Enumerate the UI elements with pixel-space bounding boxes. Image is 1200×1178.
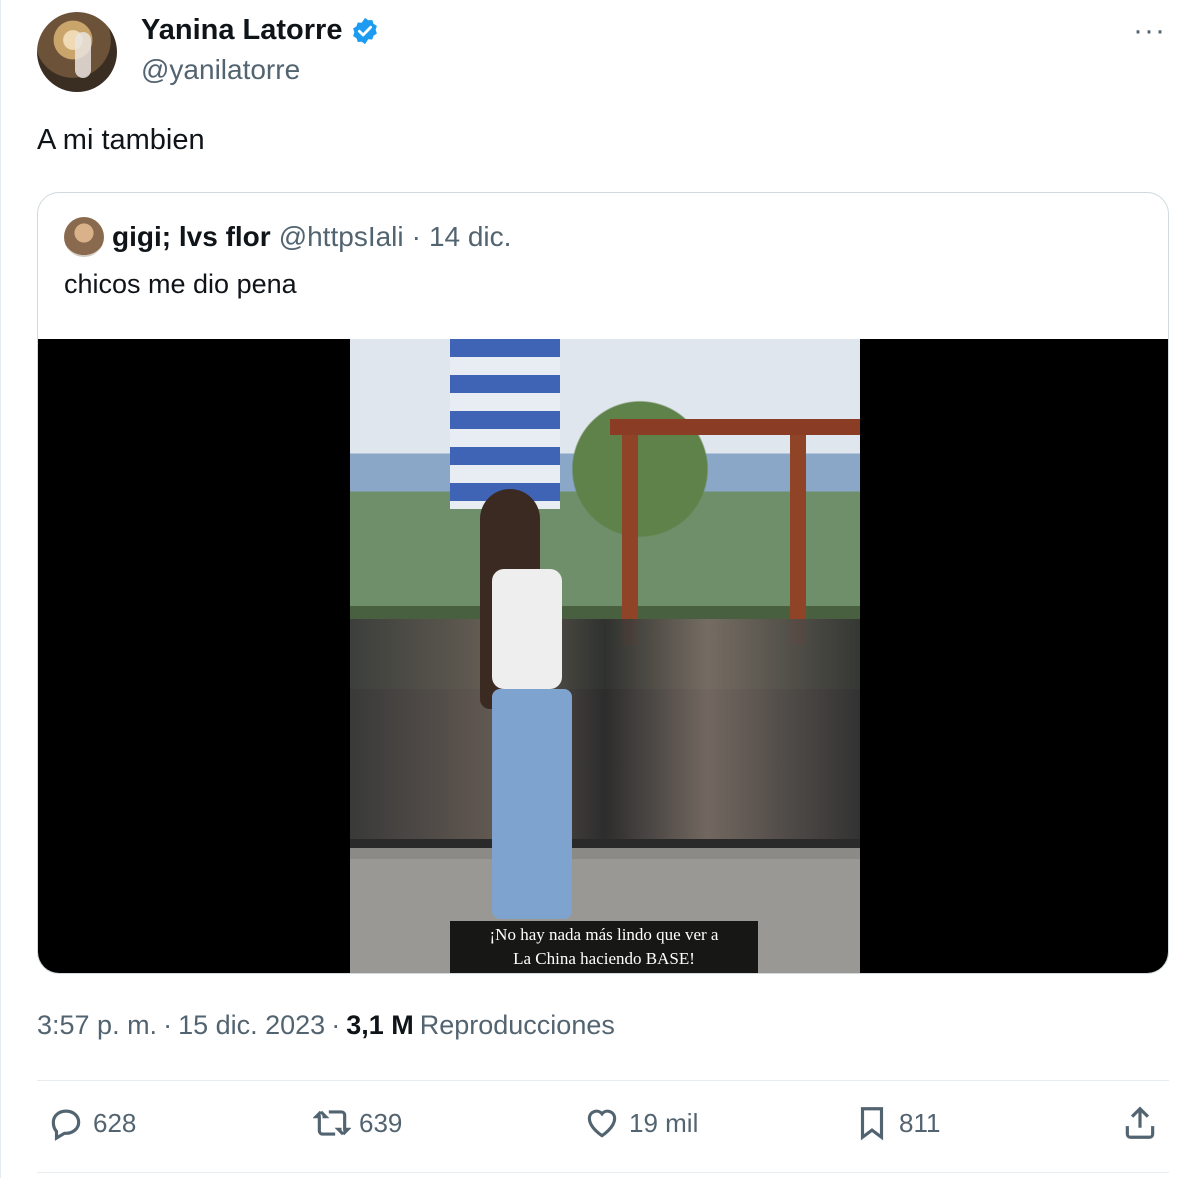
retweet-count: 639 [359, 1107, 403, 1138]
quoted-separator: · [411, 221, 421, 252]
quoted-date: 14 dic. [428, 221, 512, 252]
like-button[interactable]: 19 mil [583, 1104, 698, 1142]
share-button[interactable] [1121, 1104, 1159, 1142]
tweet-meta: 3:57 p. m. · 15 dic. 2023 · 3,1 M Reprod… [37, 1010, 615, 1041]
video-crowd [350, 619, 860, 839]
meta-separator: · [163, 1010, 173, 1040]
retweet-button[interactable]: 639 [313, 1104, 402, 1142]
retweet-icon [313, 1110, 351, 1136]
author-handle[interactable]: @yanilatorre [141, 54, 300, 86]
like-icon [587, 1109, 617, 1138]
video-caption-line1: ¡No hay nada más lindo que ver a [489, 925, 719, 944]
quoted-avatar [64, 217, 104, 257]
views-label: Reproducciones [419, 1010, 615, 1040]
quoted-header: gigi; lvs flor @httpsIali · 14 dic. [64, 217, 511, 257]
tweet-text: A mi tambien [37, 124, 205, 156]
video-caption-line2: La China haciendo BASE! [513, 949, 695, 968]
bookmark-button[interactable]: 811 [853, 1104, 940, 1142]
divider [37, 1080, 1169, 1081]
video-performer [470, 489, 590, 919]
tweet-time[interactable]: 3:57 p. m. [37, 1010, 157, 1041]
divider [37, 1172, 1169, 1173]
quoted-author-handle: @httpsIali [278, 221, 404, 252]
video-frame: ¡No hay nada más lindo que ver a La Chin… [350, 339, 860, 973]
quoted-text: chicos me dio pena [64, 269, 297, 299]
tweet-date[interactable]: 15 dic. 2023 [178, 1010, 325, 1041]
views-count: 3,1 M [346, 1010, 414, 1040]
tweet: Yanina Latorre @yanilatorre ··· A mi tam… [0, 0, 1200, 1178]
bookmark-count: 811 [899, 1107, 941, 1138]
author-name[interactable]: Yanina Latorre [141, 14, 342, 47]
reply-button[interactable]: 628 [47, 1104, 136, 1142]
verified-icon [353, 17, 378, 44]
video-player[interactable]: ¡No hay nada más lindo que ver a La Chin… [38, 339, 1168, 973]
more-icon[interactable]: ··· [1133, 14, 1166, 48]
action-bar: 628 639 19 mil 811 [37, 1104, 1169, 1154]
meta-separator: · [331, 1010, 341, 1040]
bookmark-icon [860, 1107, 884, 1141]
share-icon [1125, 1106, 1155, 1139]
quoted-tweet[interactable]: gigi; lvs flor @httpsIali · 14 dic. chic… [37, 192, 1169, 974]
reply-count: 628 [93, 1107, 137, 1138]
author-name-row: Yanina Latorre [141, 14, 380, 47]
like-count: 19 mil [629, 1107, 699, 1138]
reply-icon [51, 1109, 81, 1141]
video-pergola [610, 419, 860, 649]
video-caption: ¡No hay nada más lindo que ver a La Chin… [450, 921, 758, 973]
quoted-author-name: gigi; lvs flor [112, 221, 271, 252]
avatar[interactable] [37, 12, 117, 92]
